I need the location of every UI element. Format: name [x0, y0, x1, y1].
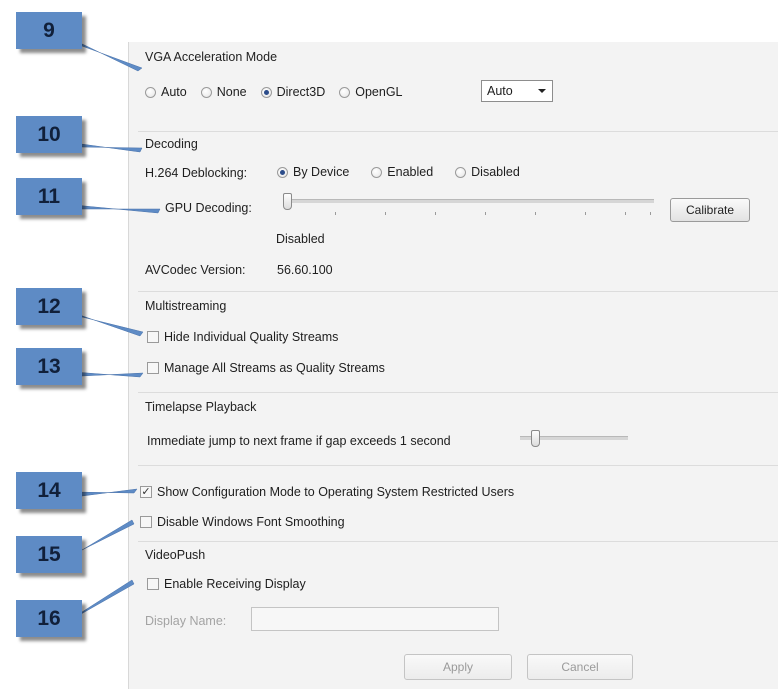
callout-badge: 15 — [16, 536, 82, 573]
callout-leader-lines — [73, 39, 161, 619]
callout-badge: 11 — [16, 178, 82, 215]
callout-badge: 9 — [16, 12, 82, 49]
callout-badge: 16 — [16, 600, 82, 637]
callout-badge: 14 — [16, 472, 82, 509]
callout-badge: 13 — [16, 348, 82, 385]
callout-badge: 12 — [16, 288, 82, 325]
callout-badge: 10 — [16, 116, 82, 153]
